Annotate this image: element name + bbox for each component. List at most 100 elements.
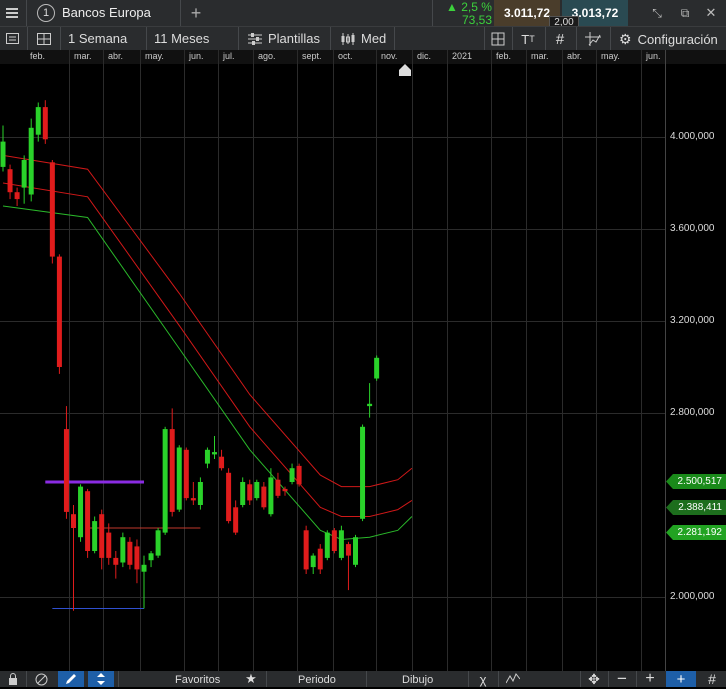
list-icon[interactable]: [3, 30, 21, 47]
candle[interactable]: [254, 479, 260, 501]
hamburger-icon[interactable]: [2, 3, 22, 23]
candle[interactable]: [324, 530, 330, 561]
interval-selector[interactable]: 1 Semana: [68, 31, 127, 46]
close-icon[interactable]: ✕: [702, 4, 720, 22]
candle[interactable]: [106, 523, 112, 565]
indicator-icon[interactable]: [502, 671, 524, 687]
candle[interactable]: [155, 528, 161, 558]
candle[interactable]: [190, 482, 196, 505]
candle[interactable]: [113, 551, 119, 579]
candle[interactable]: [212, 436, 217, 459]
candle-body: [162, 429, 168, 533]
move-icon[interactable]: ✥: [584, 671, 604, 687]
candle[interactable]: [92, 516, 98, 554]
candle[interactable]: [63, 406, 69, 519]
candle[interactable]: [240, 477, 246, 508]
zoom-out-icon[interactable]: −: [612, 669, 632, 688]
candle-body: [169, 429, 175, 512]
candle[interactable]: [99, 509, 105, 570]
candle[interactable]: [71, 505, 76, 611]
candle[interactable]: [374, 355, 380, 381]
crosshair-icon[interactable]: [582, 30, 604, 48]
candle[interactable]: [353, 534, 358, 568]
candle-body: [127, 541, 133, 565]
candle[interactable]: [134, 539, 140, 584]
zoom-in-icon[interactable]: +: [640, 670, 660, 687]
candle[interactable]: [85, 488, 91, 558]
candle[interactable]: [176, 445, 182, 512]
candle[interactable]: [42, 100, 48, 144]
templates-button[interactable]: Plantillas: [248, 31, 320, 46]
drawing-button[interactable]: Dibujo: [402, 674, 433, 686]
popout-icon[interactable]: ⧉: [676, 4, 694, 22]
add-tab-icon[interactable]: +: [186, 2, 206, 24]
layout-icon[interactable]: [34, 30, 54, 47]
candle[interactable]: [226, 468, 232, 524]
candle[interactable]: [310, 553, 316, 574]
price-chart[interactable]: [0, 64, 665, 671]
candle[interactable]: [0, 125, 6, 172]
candle[interactable]: [28, 118, 34, 202]
window-number-badge[interactable]: 1: [37, 4, 55, 22]
candle[interactable]: [219, 449, 225, 471]
grid-icon[interactable]: #: [550, 30, 570, 48]
candle[interactable]: [120, 532, 126, 568]
candle[interactable]: [49, 160, 55, 264]
candle[interactable]: [204, 447, 210, 469]
candle[interactable]: [338, 525, 344, 561]
candle[interactable]: [169, 408, 175, 517]
candle[interactable]: [367, 383, 373, 418]
candle[interactable]: [317, 544, 323, 574]
star-icon[interactable]: ★: [242, 671, 260, 687]
candle[interactable]: [233, 500, 239, 535]
month-label: 2021: [452, 51, 473, 61]
y-axis-label: 3.600,000: [670, 223, 715, 234]
candle[interactable]: [345, 541, 351, 591]
candle[interactable]: [183, 447, 189, 501]
candle[interactable]: [197, 477, 203, 510]
favorites-button[interactable]: Favoritos: [175, 674, 220, 686]
candle[interactable]: [35, 102, 41, 142]
current-time-marker[interactable]: [398, 64, 412, 76]
fibonacci-icon[interactable]: χ: [472, 671, 494, 687]
crosshair-toggle-icon[interactable]: +: [666, 671, 696, 688]
pencil-icon[interactable]: [58, 671, 84, 687]
candle[interactable]: [7, 164, 13, 200]
up-down-arrows-icon[interactable]: [88, 671, 114, 687]
y-axis-label: 3.200,000: [670, 315, 715, 326]
candle[interactable]: [303, 525, 309, 574]
price-type-selector[interactable]: Med: [340, 31, 386, 46]
candle[interactable]: [261, 482, 267, 510]
candle-body: [367, 403, 373, 407]
month-label: oct.: [338, 51, 353, 61]
candle[interactable]: [296, 463, 302, 487]
candle[interactable]: [360, 424, 366, 522]
settings-button[interactable]: ⚙ Configuración: [619, 31, 718, 48]
candle[interactable]: [141, 555, 147, 609]
grid-toggle-icon[interactable]: #: [700, 671, 724, 687]
candle[interactable]: [21, 155, 27, 204]
candle[interactable]: [14, 187, 20, 206]
candle[interactable]: [162, 426, 168, 535]
month-label: mar.: [74, 51, 92, 61]
candle[interactable]: [127, 537, 133, 570]
range-selector[interactable]: 11 Meses: [154, 31, 209, 46]
candle-body: [338, 530, 344, 558]
candle[interactable]: [148, 551, 154, 568]
lock-icon[interactable]: [4, 671, 22, 687]
candle[interactable]: [56, 254, 62, 374]
text-size-icon[interactable]: TT: [517, 30, 539, 48]
candle-body: [148, 553, 154, 561]
candle[interactable]: [331, 528, 337, 554]
candle[interactable]: [247, 479, 253, 505]
instrument-name[interactable]: Bancos Europa: [62, 5, 151, 20]
chart-type-icon[interactable]: [488, 30, 508, 48]
candle[interactable]: [78, 484, 84, 542]
collapse-icon[interactable]: ⤡: [648, 4, 666, 22]
time-axis: feb. mar. abr. may. jun. jul. ago. sept.…: [0, 50, 726, 64]
period-button[interactable]: Periodo: [298, 674, 336, 686]
month-label: abr.: [108, 51, 124, 61]
candle[interactable]: [275, 472, 281, 499]
candle[interactable]: [289, 463, 295, 485]
hide-icon[interactable]: [32, 671, 50, 687]
